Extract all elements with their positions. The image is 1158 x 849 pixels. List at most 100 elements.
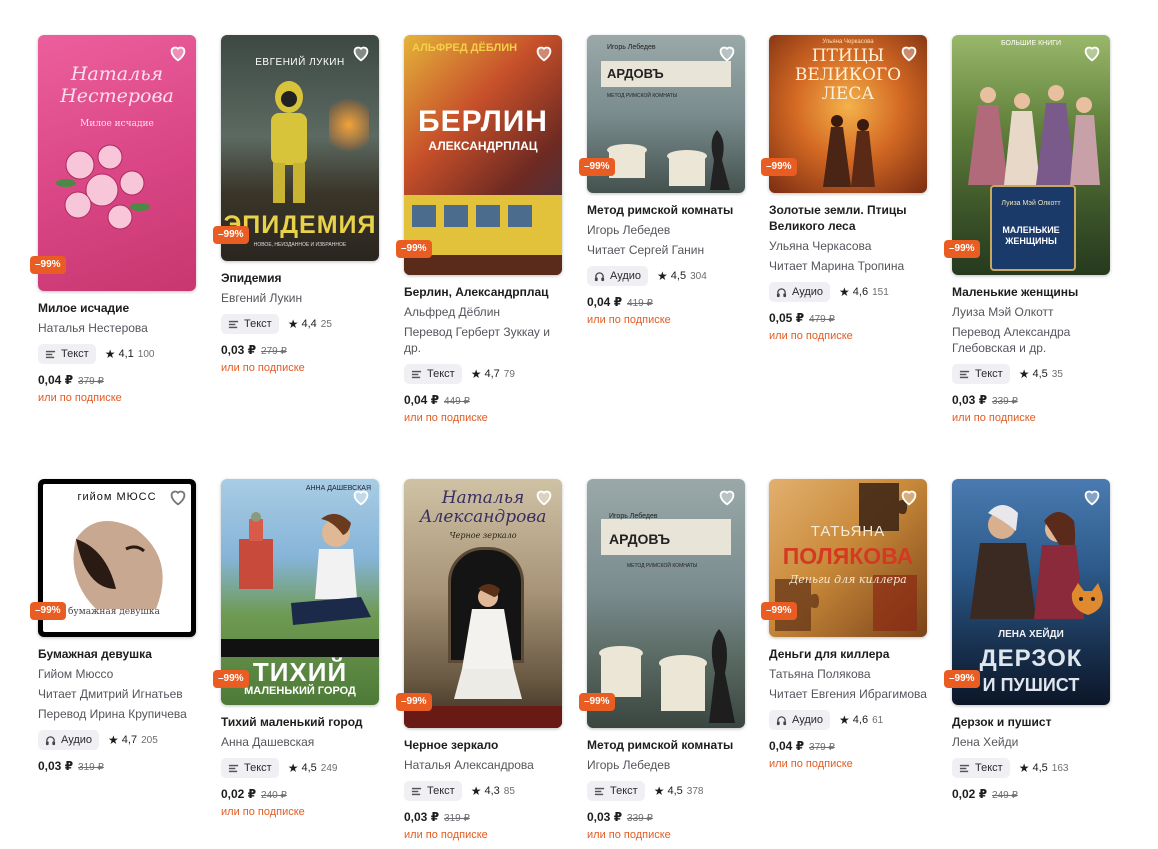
format-label: Текст	[61, 348, 89, 360]
current-price: 0,02 ₽	[952, 787, 988, 801]
format-chip[interactable]: Текст	[404, 781, 462, 801]
book-title[interactable]: Маленькие женщины	[952, 284, 1112, 300]
book-card[interactable]: АННА ДАШЕВСКАЯ ТИХИЙ МАЛЕНЬКИЙ ГОРОД –99…	[213, 479, 381, 819]
book-cover[interactable]: Игорь Лебедев АРДОВЪ МЕТОД РИМСКОЙ КОМНА…	[579, 479, 745, 728]
book-card[interactable]: Игорь Лебедев АРДОВЪ МЕТОД РИМСКОЙ КОМНА…	[579, 479, 747, 842]
format-chip[interactable]: Текст	[221, 314, 279, 334]
book-cover[interactable]: АННА ДАШЕВСКАЯ ТИХИЙ МАЛЕНЬКИЙ ГОРОД –99…	[213, 479, 379, 705]
favorite-heart-icon[interactable]	[1081, 486, 1103, 508]
cover-title: Милое исчадие	[80, 119, 154, 129]
favorite-heart-icon[interactable]	[716, 486, 738, 508]
favorite-heart-icon[interactable]	[716, 42, 738, 64]
favorite-heart-icon[interactable]	[1081, 42, 1103, 64]
rating-value: 4,5	[667, 785, 683, 797]
favorite-heart-icon[interactable]	[898, 42, 920, 64]
book-title[interactable]: Берлин, Александрплац	[404, 284, 564, 300]
book-title[interactable]: Тихий маленький город	[221, 714, 381, 730]
book-author[interactable]: Анна Дашевская	[221, 734, 381, 750]
book-card[interactable]: Ульяна Черкасова ПТИЦЫ ВЕЛИКОГО ЛЕСА –99…	[761, 35, 929, 343]
book-title[interactable]: Деньги для киллера	[769, 646, 929, 662]
favorite-heart-icon[interactable]	[167, 42, 189, 64]
price: 0,02 ₽ 249 ₽	[952, 787, 1112, 803]
format-chip[interactable]: Аудио	[769, 282, 831, 302]
favorite-heart-icon[interactable]	[898, 486, 920, 508]
book-cover[interactable]: Наталья Александрова Черное зеркало –99%	[396, 479, 562, 728]
format-label: Аудио	[792, 714, 824, 726]
subscription-link[interactable]: или по подписке	[587, 313, 747, 327]
book-card[interactable]: ЛЕНА ХЕЙДИ ДЕРЗОК И ПУШИСТ –99% Дерзок и…	[944, 479, 1112, 803]
star-icon: ★	[108, 733, 119, 747]
format-chip[interactable]: Текст	[38, 344, 96, 364]
format-chip[interactable]: Текст	[404, 364, 462, 384]
favorite-heart-icon[interactable]	[533, 42, 555, 64]
book-narrator[interactable]: Читает Марина Тропина	[769, 258, 929, 274]
format-chip[interactable]: Текст	[587, 781, 645, 801]
book-author[interactable]: Игорь Лебедев	[587, 757, 747, 773]
subscription-link[interactable]: или по подписке	[769, 757, 929, 771]
book-author[interactable]: Лена Хейди	[952, 734, 1112, 750]
book-title[interactable]: Метод римской комнаты	[587, 737, 747, 753]
book-title[interactable]: Бумажная девушка	[38, 646, 198, 662]
reading-woman-art	[291, 513, 371, 625]
format-chip[interactable]: Аудио	[769, 710, 831, 730]
subscription-link[interactable]: или по подписке	[404, 828, 564, 842]
book-card[interactable]: Наталья Нестерова Милое исчадие –99% Мил…	[30, 35, 198, 405]
book-title[interactable]: Золотые земли. Птицы Великого леса	[769, 202, 929, 234]
format-chip[interactable]: Текст	[952, 364, 1010, 384]
price: 0,03 ₽ 339 ₽	[952, 393, 1112, 409]
favorite-heart-icon[interactable]	[350, 42, 372, 64]
format-chip[interactable]: Текст	[952, 758, 1010, 778]
rating-value: 4,3	[484, 785, 500, 797]
book-cover[interactable]: АЛЬФРЕД ДЁБЛИН БЕРЛИН АЛЕКСАНДРПЛАЦ –99%	[396, 35, 562, 275]
book-card[interactable]: Игорь Лебедев АРДОВЪ МЕТОД РИМСКОЙ КОМНА…	[579, 35, 747, 327]
book-author[interactable]: Игорь Лебедев	[587, 222, 747, 238]
book-author[interactable]: Татьяна Полякова	[769, 666, 929, 682]
book-title[interactable]: Дерзок и пушист	[952, 714, 1112, 730]
rating-value: 4,5	[1032, 368, 1048, 380]
book-title[interactable]: Эпидемия	[221, 270, 381, 286]
favorite-heart-icon[interactable]	[350, 486, 372, 508]
book-author[interactable]: Наталья Александрова	[404, 757, 564, 773]
subscription-link[interactable]: или по подписке	[769, 329, 929, 343]
book-cover[interactable]: Ульяна Черкасова ПТИЦЫ ВЕЛИКОГО ЛЕСА –99…	[761, 35, 927, 193]
book-narrator[interactable]: Читает Евгения Ибрагимова	[769, 686, 929, 702]
subscription-link[interactable]: или по подписке	[38, 391, 198, 405]
book-cover[interactable]: БОЛЬШИЕ КНИГИ Луиза Мэй Олкотт МАЛЕНЬКИЕ…	[944, 35, 1110, 275]
subscription-link[interactable]: или по подписке	[221, 361, 381, 375]
format-chip[interactable]: Аудио	[587, 266, 649, 286]
book-narrator[interactable]: Читает Дмитрий Игнатьев	[38, 686, 198, 702]
book-author[interactable]: Гийом Мюссо	[38, 666, 198, 682]
book-cover[interactable]: Наталья Нестерова Милое исчадие –99%	[30, 35, 196, 291]
book-author[interactable]: Луиза Мэй Олкотт	[952, 304, 1112, 320]
subscription-link[interactable]: или по подписке	[587, 828, 747, 842]
book-author[interactable]: Евгений Лукин	[221, 290, 381, 306]
book-title[interactable]: Черное зеркало	[404, 737, 564, 753]
book-card[interactable]: Наталья Александрова Черное зеркало –99%…	[396, 479, 564, 842]
book-card[interactable]: ТАТЬЯНА ПОЛЯКОВА Деньги для киллера –99%…	[761, 479, 929, 771]
format-chip[interactable]: Текст	[221, 758, 279, 778]
book-cover[interactable]: ТАТЬЯНА ПОЛЯКОВА Деньги для киллера –99%	[761, 479, 927, 637]
book-card[interactable]: ЕВГЕНИЙ ЛУКИН ЭПИДЕМИЯ новое, неизданное…	[213, 35, 381, 375]
book-author[interactable]: Ульяна Черкасова	[769, 238, 929, 254]
subscription-link[interactable]: или по подписке	[952, 411, 1112, 425]
format-label: Текст	[975, 762, 1003, 774]
book-narrator[interactable]: Читает Сергей Ганин	[587, 242, 747, 258]
book-cover[interactable]: гийом МЮСС бумажная девушка –99%	[30, 479, 196, 637]
book-cover[interactable]: ЛЕНА ХЕЙДИ ДЕРЗОК И ПУШИСТ –99%	[944, 479, 1110, 705]
book-cover[interactable]: ЕВГЕНИЙ ЛУКИН ЭПИДЕМИЯ новое, неизданное…	[213, 35, 379, 261]
book-card[interactable]: АЛЬФРЕД ДЁБЛИН БЕРЛИН АЛЕКСАНДРПЛАЦ –99%…	[396, 35, 564, 425]
subscription-link[interactable]: или по подписке	[404, 411, 564, 425]
old-price: 449 ₽	[444, 396, 470, 407]
format-chip[interactable]: Аудио	[38, 730, 100, 750]
book-author[interactable]: Альфред Дёблин	[404, 304, 564, 320]
book-author[interactable]: Наталья Нестерова	[38, 320, 198, 336]
book-title[interactable]: Метод римской комнаты	[587, 202, 747, 218]
book-title[interactable]: Милое исчадие	[38, 300, 198, 316]
book-card[interactable]: гийом МЮСС бумажная девушка –99% Бумажна…	[30, 479, 198, 775]
review-count: 35	[1051, 368, 1063, 380]
favorite-heart-icon[interactable]	[533, 486, 555, 508]
subscription-link[interactable]: или по подписке	[221, 805, 381, 819]
favorite-heart-icon[interactable]	[167, 486, 189, 508]
book-card[interactable]: БОЛЬШИЕ КНИГИ Луиза Мэй Олкотт МАЛЕНЬКИЕ…	[944, 35, 1112, 425]
book-cover[interactable]: Игорь Лебедев АРДОВЪ МЕТОД РИМСКОЙ КОМНА…	[579, 35, 745, 193]
